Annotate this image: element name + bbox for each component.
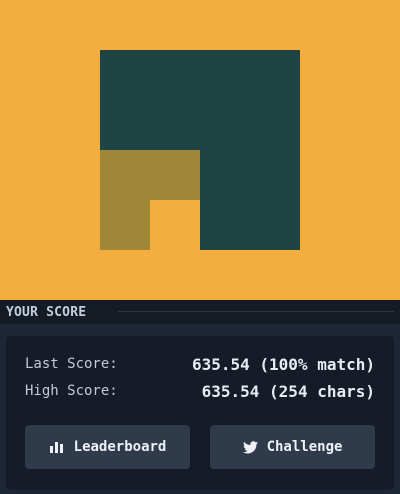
target-preview <box>0 0 400 300</box>
bar-chart-icon <box>49 441 65 453</box>
leaderboard-label: Leaderboard <box>73 439 167 455</box>
challenge-button[interactable]: Challenge <box>210 425 375 469</box>
high-score-value: 635.54 (254 chars) <box>201 381 375 401</box>
header-divider <box>118 311 394 312</box>
challenge-label: Challenge <box>266 439 343 455</box>
score-section-title: YOUR SCORE <box>6 305 87 320</box>
high-score-label: High Score: <box>25 383 118 399</box>
twitter-bird-icon <box>242 440 258 454</box>
last-score-label: Last Score: <box>25 356 118 372</box>
score-section-header: YOUR SCORE <box>0 300 400 324</box>
high-score-row: High Score: 635.54 (254 chars) <box>25 381 375 401</box>
last-score-value: 635.54 (100% match) <box>191 354 375 374</box>
orange-cutout <box>150 200 200 250</box>
last-score-row: Last Score: 635.54 (100% match) <box>25 354 375 374</box>
leaderboard-button[interactable]: Leaderboard <box>25 425 190 469</box>
score-panel: Last Score: 635.54 (100% match) High Sco… <box>6 336 394 490</box>
